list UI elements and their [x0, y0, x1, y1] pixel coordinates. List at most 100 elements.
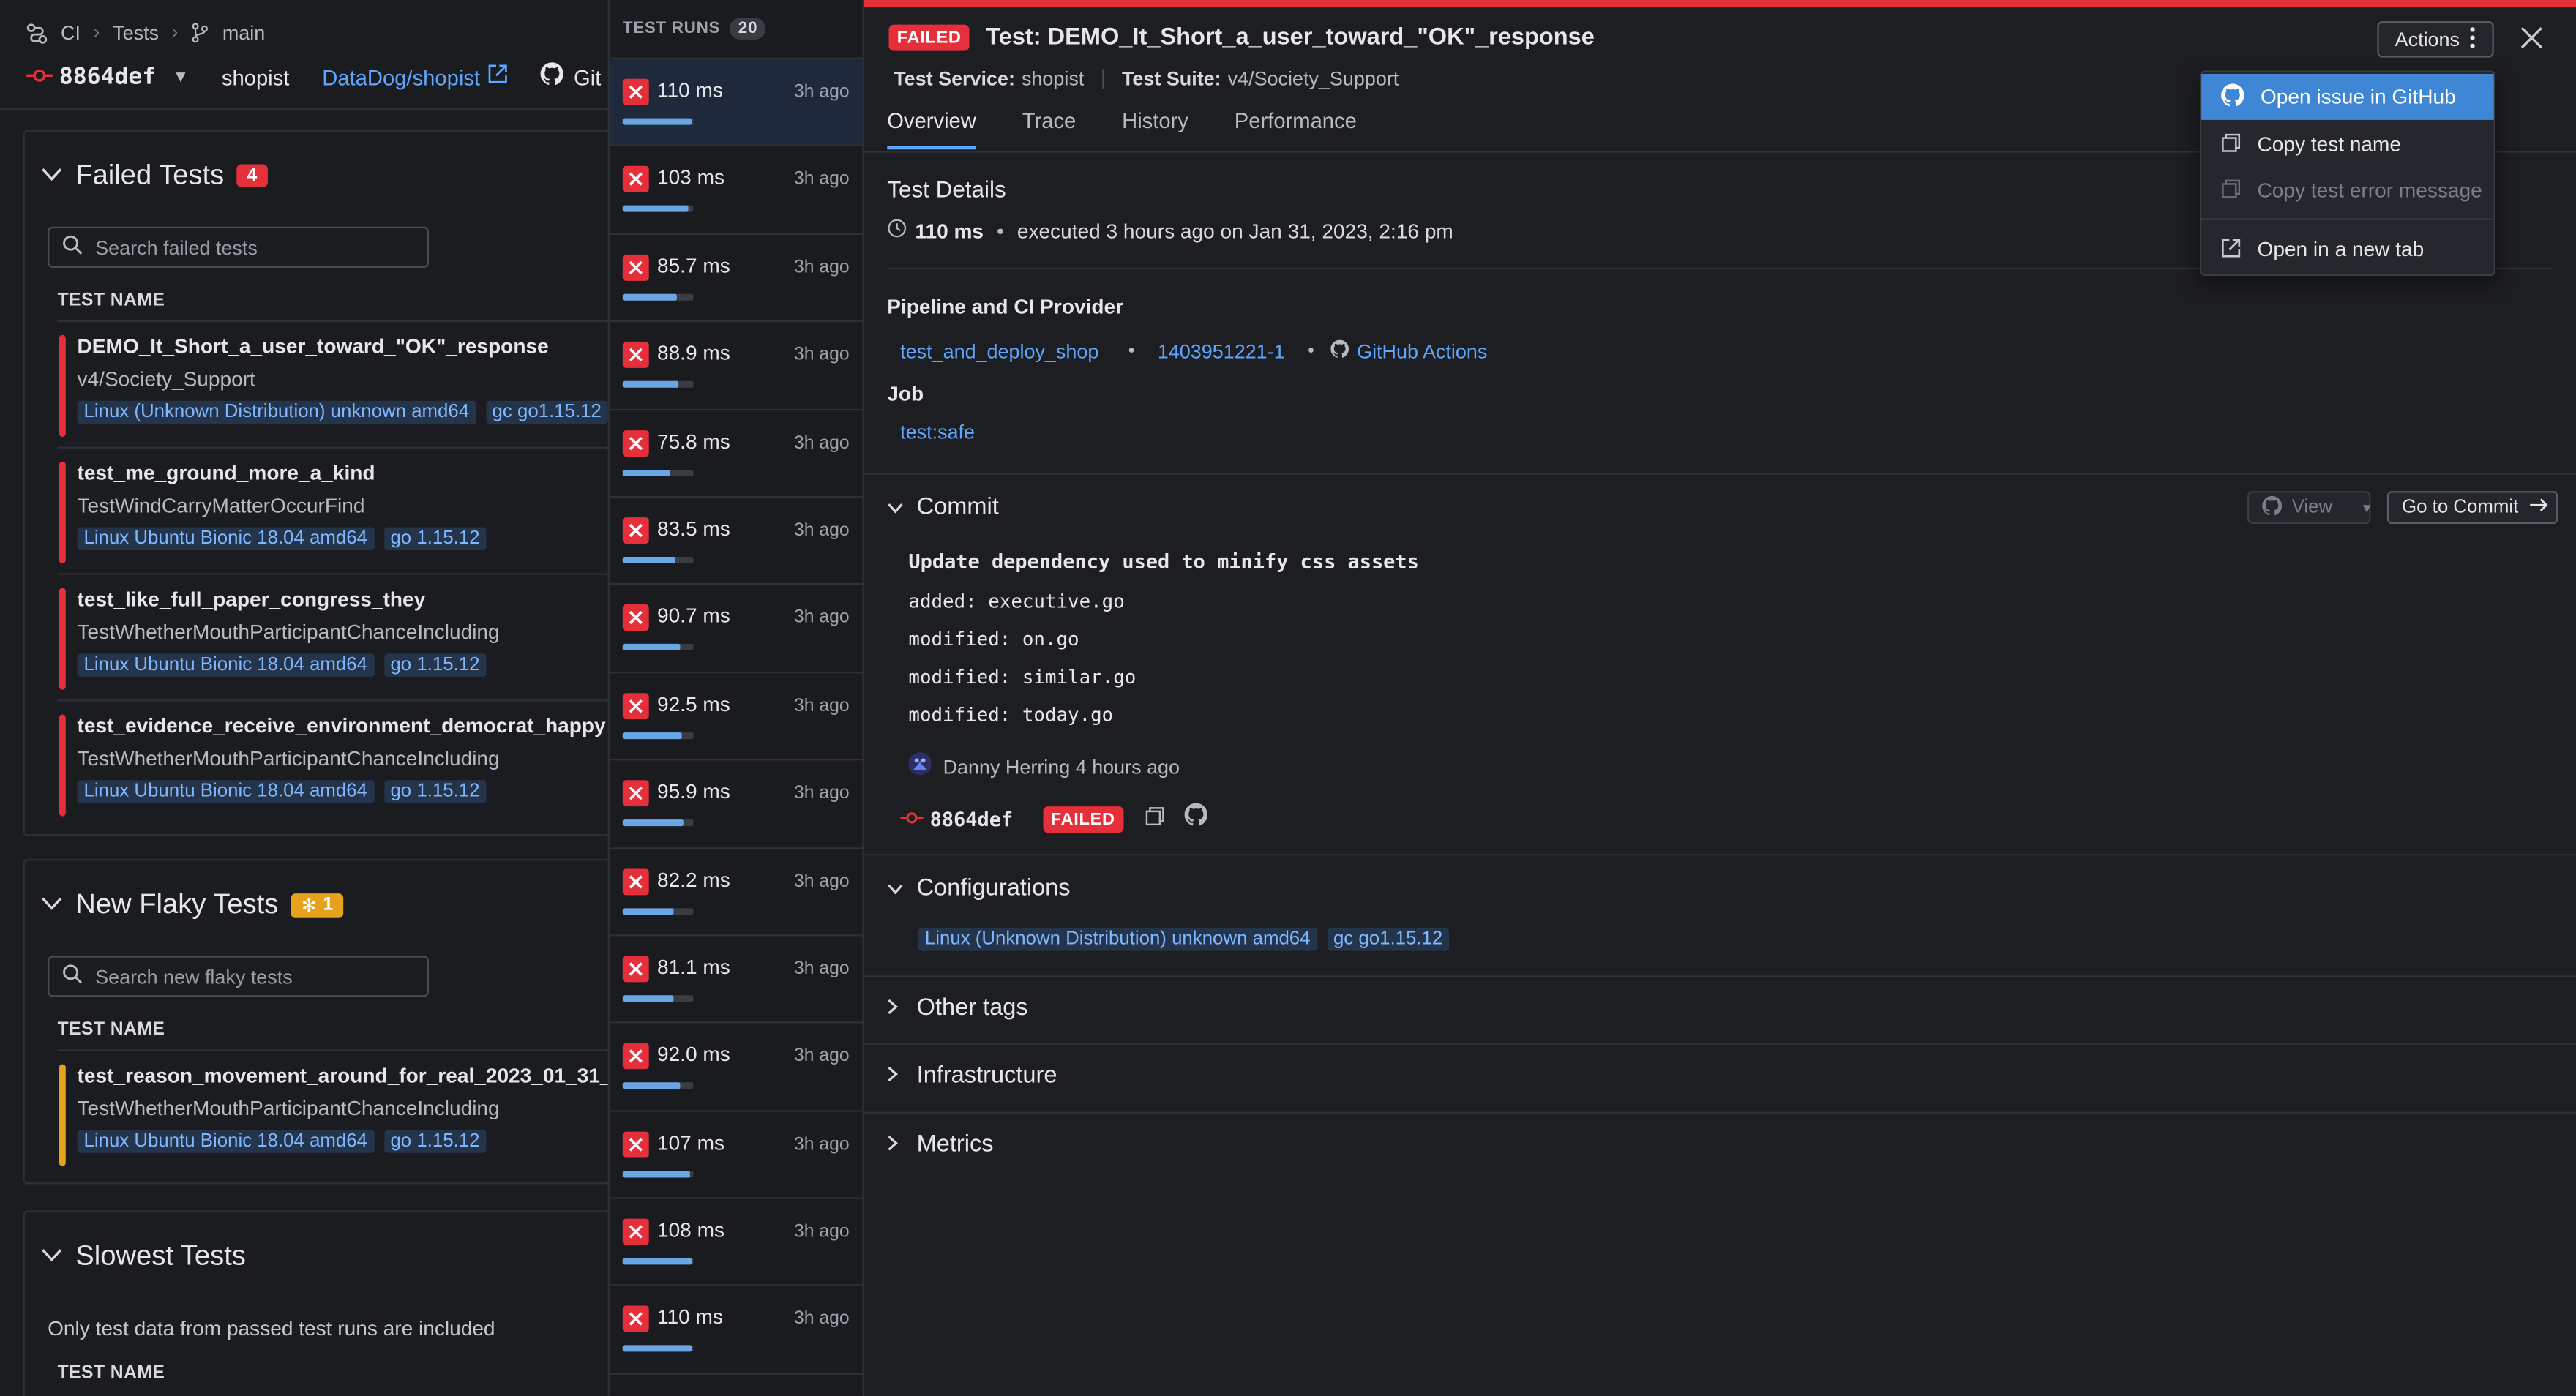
failed-tests-search[interactable]	[48, 226, 429, 268]
tab-performance[interactable]: Performance	[1235, 108, 1357, 149]
infrastructure-section-toggle[interactable]: Infrastructure	[887, 1062, 1057, 1089]
duration-bar-fill	[622, 995, 674, 1002]
test-run-item[interactable]: 92.0 ms 3h ago	[609, 1024, 863, 1111]
flaky-tests-search[interactable]	[48, 956, 429, 997]
run-duration: 107 ms	[656, 1130, 725, 1155]
commit-status-row: 8864def FAILED	[900, 803, 1208, 835]
test-run-item[interactable]: 88.9 ms 3h ago	[609, 322, 863, 410]
test-run-item[interactable]: 108 ms 3h ago	[609, 1199, 863, 1287]
close-icon[interactable]	[2517, 23, 2546, 52]
test-suite: TestWindCarryMatterOccurFind	[77, 494, 365, 518]
view-commit-button[interactable]: View ▼	[2247, 491, 2373, 525]
test-suite: TestWhetherMouthParticipantChanceIncludi…	[77, 1097, 500, 1120]
divider	[864, 473, 2576, 475]
github-icon[interactable]	[1183, 803, 1208, 835]
other-tags-section-toggle[interactable]: Other tags	[887, 995, 1028, 1022]
commit-icon	[900, 804, 924, 833]
chevron-down-icon[interactable]	[41, 161, 62, 190]
ci-overview-panel: CI › Tests › main 8864def ▼ shopist Data…	[0, 0, 612, 1396]
copy-icon[interactable]	[1145, 804, 1164, 833]
table-row[interactable]: test_evidence_receive_environment_democr…	[58, 701, 612, 828]
divider	[864, 854, 2576, 856]
menu-item-copy-test-name[interactable]: Copy test name	[2201, 121, 2494, 168]
slowest-tests-section: Slowest Tests Only test data from passed…	[23, 1210, 612, 1396]
failed-tests-list: DEMO_It_Short_a_user_toward_"OK"_respons…	[57, 320, 612, 828]
test-run-item[interactable]: 92.5 ms 3h ago	[609, 673, 863, 761]
test-run-item[interactable]: 83.5 ms 3h ago	[609, 498, 863, 585]
actions-button[interactable]: Actions	[2377, 21, 2494, 58]
menu-item-open-issue-github[interactable]: Open issue in GitHub	[2201, 74, 2494, 120]
tab-history[interactable]: History	[1122, 108, 1188, 149]
test-run-item[interactable]: 75.8 ms 3h ago	[609, 410, 863, 498]
github-link[interactable]: Git	[574, 65, 601, 90]
menu-item-copy-error-message: Copy test error message	[2201, 168, 2494, 214]
test-name: test_me_ground_more_a_kind	[77, 461, 375, 485]
test-run-item[interactable]: 110 ms 3h ago	[609, 59, 863, 147]
test-run-item[interactable]: 95.9 ms 3h ago	[609, 761, 863, 849]
section-title: Other tags	[916, 995, 1028, 1022]
chevron-down-icon[interactable]	[41, 1242, 62, 1271]
duration-bar-track	[622, 206, 694, 213]
chevron-down-icon[interactable]: ▼	[2360, 500, 2373, 515]
flaky-count: 1	[323, 895, 334, 915]
run-duration: 90.7 ms	[656, 604, 730, 628]
pipeline-id-link[interactable]: 1403951221-1	[1158, 340, 1285, 363]
slowest-tests-header[interactable]: Slowest Tests	[25, 1232, 611, 1281]
chevron-down-icon[interactable]	[41, 890, 62, 920]
tag: Linux Ubuntu Bionic 18.04 amd64	[77, 527, 374, 550]
duration-bar-fill	[622, 1082, 681, 1089]
tag: gc go1.15.12	[1326, 928, 1450, 951]
metrics-section-toggle[interactable]: Metrics	[887, 1132, 994, 1158]
table-row[interactable]: test_like_full_paper_congress_they TestW…	[57, 575, 612, 702]
pipeline-link[interactable]: test_and_deploy_shop	[900, 340, 1098, 363]
test-run-item[interactable]: 107 ms 3h ago	[609, 1111, 863, 1199]
divider	[2201, 218, 2494, 220]
flaky-tests-header[interactable]: New Flaky Tests ✻ 1	[25, 880, 611, 929]
section-title: Failed Tests	[75, 159, 225, 191]
status-stripe	[864, 0, 2576, 7]
breadcrumb-ci[interactable]: CI	[61, 21, 80, 44]
run-time-ago: 3h ago	[794, 257, 850, 277]
failed-x-icon	[622, 1306, 649, 1333]
run-time-ago: 3h ago	[794, 82, 850, 102]
failed-tests-header[interactable]: Failed Tests 4	[25, 151, 611, 200]
test-name: test_evidence_receive_environment_democr…	[77, 714, 606, 738]
test-run-item[interactable]: 103 ms 3h ago	[609, 147, 863, 235]
breadcrumb-tests[interactable]: Tests	[113, 21, 159, 44]
run-time-ago: 3h ago	[794, 784, 850, 803]
tab-trace[interactable]: Trace	[1022, 108, 1077, 149]
repo-link[interactable]: DataDog/shopist	[322, 65, 480, 90]
search-input[interactable]	[95, 236, 408, 259]
commit-section-toggle[interactable]: Commit	[887, 495, 999, 521]
tag: go 1.15.12	[383, 780, 487, 803]
tab-overview[interactable]: Overview	[887, 108, 976, 150]
job-link[interactable]: test:safe	[900, 421, 975, 443]
test-run-item[interactable]: 110 ms 3h ago	[609, 1287, 863, 1375]
chevron-down-icon[interactable]: ▼	[173, 68, 189, 86]
search-input[interactable]	[95, 964, 408, 988]
table-row[interactable]: test_me_ground_more_a_kind TestWindCarry…	[57, 449, 612, 575]
duration-bar-track	[622, 293, 694, 301]
table-row[interactable]: DEMO_It_Short_a_user_toward_"OK"_respons…	[57, 322, 612, 449]
commit-sha[interactable]: 8864def	[59, 64, 156, 91]
pipeline-row: test_and_deploy_shop • 1403951221-1 • Gi…	[900, 337, 1487, 366]
menu-item-open-new-tab[interactable]: Open in a new tab	[2201, 227, 2494, 273]
external-link-icon[interactable]	[488, 62, 508, 91]
ci-provider-link[interactable]: GitHub Actions	[1357, 340, 1487, 363]
failed-x-icon	[622, 1130, 649, 1157]
status-bar	[59, 461, 66, 563]
configurations-section-toggle[interactable]: Configurations	[887, 875, 1071, 901]
duration-bar-track	[622, 118, 694, 125]
go-to-commit-button[interactable]: Go to Commit	[2386, 491, 2558, 525]
status-badge: FAILED	[888, 24, 970, 51]
test-run-item[interactable]: 81.1 ms 3h ago	[609, 936, 863, 1024]
failed-tests-section: Failed Tests 4 TEST NAME DEMO_It_Short_a…	[23, 130, 612, 836]
test-run-item[interactable]: 90.7 ms 3h ago	[609, 585, 863, 673]
duration-bar-fill	[622, 118, 692, 125]
breadcrumb-branch[interactable]: main	[222, 21, 265, 44]
test-run-item[interactable]: 85.7 ms 3h ago	[609, 235, 863, 323]
commit-sha[interactable]: 8864def	[930, 807, 1014, 830]
test-run-item[interactable]: 82.2 ms 3h ago	[609, 848, 863, 937]
table-row[interactable]: test_reason_movement_around_for_real_202…	[58, 1051, 611, 1178]
chevron-right-icon	[887, 995, 899, 1021]
